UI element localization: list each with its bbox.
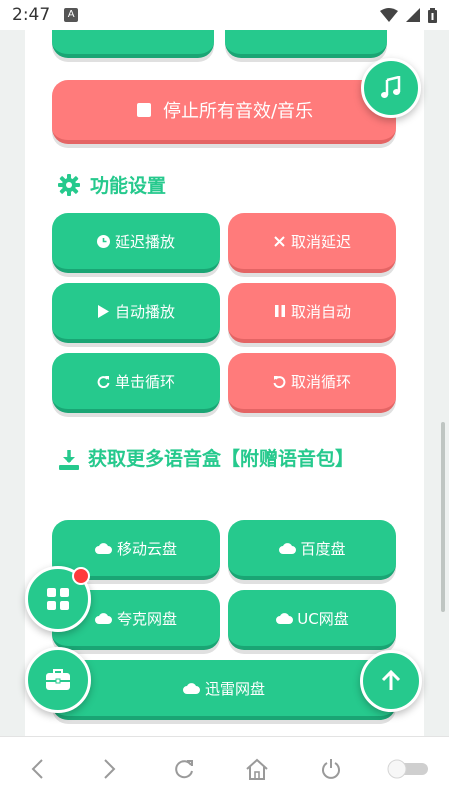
bottom-nav-bar <box>0 736 449 800</box>
cloud-icon <box>275 611 293 625</box>
back-button[interactable] <box>17 749 57 789</box>
xunlei-pan-label: 迅雷网盘 <box>204 679 265 698</box>
downloads-section-title: 获取更多语音盒【附赠语音包】 <box>58 443 368 476</box>
cloud-icon <box>95 541 113 555</box>
top-right-button-partial[interactable] <box>225 30 387 58</box>
xunlei-pan-button[interactable]: 迅雷网盘 <box>52 660 396 720</box>
mode-toggle[interactable] <box>384 749 432 789</box>
clock-icon <box>97 234 111 248</box>
redo-icon <box>97 374 111 388</box>
pause-icon <box>273 304 287 318</box>
home-button[interactable] <box>237 749 277 789</box>
toolbox-icon <box>46 669 70 690</box>
notification-a-icon: A <box>64 8 79 22</box>
auto-play-button[interactable]: 自动播放 <box>52 283 220 343</box>
refresh-icon <box>174 759 193 778</box>
status-time: 2:47 <box>12 5 51 25</box>
signal-icon <box>406 8 420 22</box>
scroll-top-fab[interactable] <box>360 650 422 712</box>
cancel-delay-button[interactable]: 取消延迟 <box>228 213 396 273</box>
music-fab[interactable] <box>361 58 421 118</box>
delay-play-button[interactable]: 延迟播放 <box>52 213 220 273</box>
auto-play-label: 自动播放 <box>114 302 175 321</box>
power-button[interactable] <box>311 749 351 789</box>
refresh-button[interactable] <box>164 749 204 789</box>
stop-square-icon <box>135 101 153 119</box>
download-icon <box>59 449 79 470</box>
power-icon <box>321 758 340 779</box>
music-note-icon <box>381 76 401 98</box>
status-bar: 2:47 A <box>0 0 449 30</box>
uc-pan-label: UC网盘 <box>297 609 349 628</box>
play-icon <box>97 304 111 318</box>
gear-icon <box>58 173 80 196</box>
toggle-switch-icon <box>387 759 429 778</box>
cloud-icon <box>278 541 296 555</box>
cancel-loop-label: 取消循环 <box>290 372 351 391</box>
cloud-icon <box>183 681 201 695</box>
grid-icon <box>47 588 69 610</box>
uc-pan-button[interactable]: UC网盘 <box>228 590 396 650</box>
notification-badge <box>72 567 90 585</box>
quark-pan-label: 夸克网盘 <box>116 609 177 628</box>
cloud-icon <box>95 611 113 625</box>
delay-play-label: 延迟播放 <box>114 232 175 251</box>
stop-all-label: 停止所有音效/音乐 <box>162 101 314 122</box>
single-loop-button[interactable]: 单击循环 <box>52 353 220 413</box>
single-loop-label: 单击循环 <box>114 372 175 391</box>
page-content: 停止所有音效/音乐 功能设置 延迟播放 取消延迟 自动播放 取消自动 单击循环 … <box>0 30 449 736</box>
cancel-auto-label: 取消自动 <box>290 302 351 321</box>
close-icon <box>273 234 287 248</box>
forward-button[interactable] <box>90 749 130 789</box>
status-icons <box>380 7 437 23</box>
top-left-button-partial[interactable] <box>52 30 214 58</box>
features-section-title: 功能设置 <box>58 171 166 198</box>
features-title-text: 功能设置 <box>90 175 167 197</box>
stop-all-button[interactable]: 停止所有音效/音乐 <box>52 80 396 144</box>
home-icon <box>246 758 268 780</box>
mobile-cloud-label: 移动云盘 <box>116 539 177 558</box>
grid-menu-fab[interactable] <box>25 566 91 632</box>
cancel-delay-label: 取消延迟 <box>290 232 351 251</box>
cancel-auto-button[interactable]: 取消自动 <box>228 283 396 343</box>
baidu-pan-button[interactable]: 百度盘 <box>228 520 396 580</box>
wifi-icon <box>380 8 398 22</box>
battery-icon <box>428 7 437 23</box>
downloads-title-text: 获取更多语音盒【附赠语音包】 <box>88 448 355 470</box>
arrow-up-icon <box>381 670 401 690</box>
baidu-pan-label: 百度盘 <box>300 539 346 558</box>
toolbox-fab[interactable] <box>25 647 91 713</box>
undo-icon <box>273 374 287 388</box>
chevron-left-icon <box>31 758 43 779</box>
cancel-loop-button[interactable]: 取消循环 <box>228 353 396 413</box>
scrollbar-thumb[interactable] <box>441 422 445 612</box>
chevron-right-icon <box>104 758 116 779</box>
